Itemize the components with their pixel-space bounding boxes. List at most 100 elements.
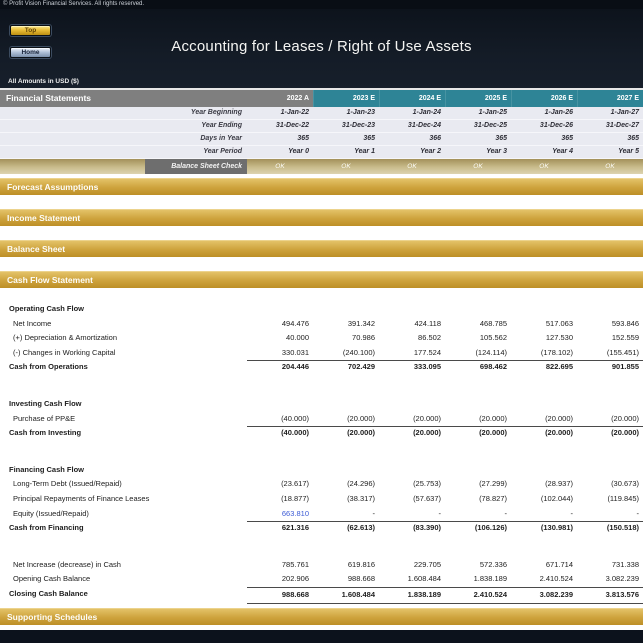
period-cell-value: Year 5 xyxy=(577,146,643,158)
cash-flow-cell-value: 621.316 xyxy=(247,521,313,536)
cash-flow-cell-value: (20.000) xyxy=(379,426,445,441)
cash-flow-row: Net Income494.476391.342424.118468.78551… xyxy=(0,317,643,332)
cash-flow-cell-value: (20.000) xyxy=(379,412,445,428)
cash-flow-row-label: (+) Depreciation & Amortization xyxy=(0,331,247,346)
cash-flow-row: Closing Cash Balance988.6681.608.4841.83… xyxy=(0,587,643,602)
cash-flow-row: Financing Cash Flow xyxy=(0,463,643,478)
spacer xyxy=(0,536,643,558)
cash-flow-row-label: Cash from Operations xyxy=(0,360,247,375)
period-cell-value: Year 3 xyxy=(445,146,511,158)
cash-flow-cell-value: 901.855 xyxy=(577,360,643,375)
cash-flow-cell-value: (83.390) xyxy=(379,521,445,536)
spacer xyxy=(0,195,643,209)
cash-flow-cell-value: (178.102) xyxy=(511,346,577,362)
cash-flow-cell-value: (28.937) xyxy=(511,477,577,492)
cash-flow-cell-value: 3.082.239 xyxy=(577,572,643,588)
balance-check-status: OK xyxy=(247,159,313,174)
period-cell-value: 365 xyxy=(511,133,577,145)
page-title: Accounting for Leases / Right of Use Ass… xyxy=(0,38,643,55)
cash-flow-cell-value xyxy=(511,397,577,412)
cash-flow-cell-value: 593.846 xyxy=(577,317,643,332)
cash-flow-cell-value xyxy=(445,463,511,478)
cash-flow-row-label: Net Income xyxy=(0,317,247,332)
year-column-header: 2022 A xyxy=(247,90,313,107)
cash-flow-cell-value: (106.126) xyxy=(445,521,511,536)
cash-flow-cell-value: (20.000) xyxy=(511,412,577,428)
cash-flow-statement-body: Operating Cash FlowNet Income494.476391.… xyxy=(0,302,643,602)
top-button[interactable]: Top xyxy=(10,25,51,36)
year-column-header: 2024 E xyxy=(379,90,445,107)
section-bar-balance-sheet[interactable]: Balance Sheet xyxy=(0,240,643,257)
cash-flow-cell-value: (62.613) xyxy=(313,521,379,536)
section-bar-forecast-assumptions[interactable]: Forecast Assumptions xyxy=(0,178,643,195)
cash-flow-row-label: Long-Term Debt (Issued/Repaid) xyxy=(0,477,247,492)
cash-flow-cell-value: 1.838.189 xyxy=(445,572,511,588)
cash-flow-cell-value: 333.095 xyxy=(379,360,445,375)
cash-flow-cell-value: 698.462 xyxy=(445,360,511,375)
cash-flow-row-label: Principal Repayments of Finance Leases xyxy=(0,492,247,507)
cash-flow-cell-value: (20.000) xyxy=(313,412,379,428)
period-cell-value: 366 xyxy=(379,133,445,145)
period-cell-value: 1-Jan-24 xyxy=(379,107,445,119)
cash-flow-cell-value: 3.082.239 xyxy=(511,587,577,604)
cash-flow-cell-value xyxy=(577,397,643,412)
cash-flow-cell-value: (20.000) xyxy=(511,426,577,441)
cash-flow-cell-value: - xyxy=(379,507,445,523)
cash-flow-cell-value: (102.044) xyxy=(511,492,577,507)
cash-flow-cell-value: 822.695 xyxy=(511,360,577,375)
cash-flow-cell-value: (38.317) xyxy=(313,492,379,507)
cash-flow-cell-value: - xyxy=(577,507,643,523)
cash-flow-row: Opening Cash Balance202.906988.6681.608.… xyxy=(0,572,643,587)
cash-flow-cell-value: (130.981) xyxy=(511,521,577,536)
cash-flow-cell-value: 1.838.189 xyxy=(379,587,445,604)
cash-flow-row-label: Investing Cash Flow xyxy=(0,397,247,412)
cash-flow-cell-value: (20.000) xyxy=(577,412,643,428)
cash-flow-cell-value: 204.446 xyxy=(247,360,313,375)
cash-flow-row: Operating Cash Flow xyxy=(0,302,643,317)
financial-statements-header: Financial Statements 2022 A2023 E2024 E2… xyxy=(0,90,643,107)
cash-flow-cell-value xyxy=(379,463,445,478)
period-cell-value: Year 2 xyxy=(379,146,445,158)
units-note: All Amounts in USD ($) xyxy=(8,78,79,85)
cash-flow-row-label: Financing Cash Flow xyxy=(0,463,247,478)
spacer xyxy=(0,375,643,397)
cash-flow-cell-value: 127.530 xyxy=(511,331,577,346)
year-column-header: 2027 E xyxy=(577,90,643,107)
period-row: Year PeriodYear 0Year 1Year 2Year 3Year … xyxy=(0,146,643,159)
cash-flow-row-label: Cash from Financing xyxy=(0,521,247,536)
cash-flow-cell-value: 40.000 xyxy=(247,331,313,346)
period-row: Year Beginning1-Jan-221-Jan-231-Jan-241-… xyxy=(0,107,643,120)
balance-check-status: OK xyxy=(313,159,379,174)
cash-flow-row: Investing Cash Flow xyxy=(0,397,643,412)
period-cell-value: 1-Jan-27 xyxy=(577,107,643,119)
cash-flow-row: Net Increase (decrease) in Cash785.76161… xyxy=(0,558,643,573)
section-bar-cash-flow-statement[interactable]: Cash Flow Statement xyxy=(0,271,643,288)
period-cell-value: 1-Jan-23 xyxy=(313,107,379,119)
period-cell-value: 31-Dec-23 xyxy=(313,120,379,132)
period-cell-value: 1-Jan-26 xyxy=(511,107,577,119)
cash-flow-row: Equity (Issued/Repaid)663.810----- xyxy=(0,507,643,522)
cash-flow-cell-value: 2.410.524 xyxy=(445,587,511,604)
cash-flow-row-label: Equity (Issued/Repaid) xyxy=(0,507,247,523)
year-column-header: 2026 E xyxy=(511,90,577,107)
copyright-text: © Profit Vision Financial Services. All … xyxy=(0,0,643,9)
cash-flow-cell-value: (155.451) xyxy=(577,346,643,362)
cash-flow-row: (+) Depreciation & Amortization40.00070.… xyxy=(0,331,643,346)
period-row: Year Ending31-Dec-2231-Dec-2331-Dec-2431… xyxy=(0,120,643,133)
section-bar-income-statement[interactable]: Income Statement xyxy=(0,209,643,226)
section-bar-supporting-schedules[interactable]: Supporting Schedules xyxy=(0,608,643,625)
cash-flow-row: Long-Term Debt (Issued/Repaid)(23.617)(2… xyxy=(0,477,643,492)
spacer xyxy=(0,441,643,463)
balance-sheet-check-row: Balance Sheet Check OKOKOKOKOKOK xyxy=(0,159,643,174)
equity-input-cell[interactable]: 663.810 xyxy=(247,507,313,523)
period-row: Days in Year365365366365365365 xyxy=(0,133,643,146)
period-row-label: Year Ending xyxy=(0,120,247,132)
cash-flow-row-label: Net Increase (decrease) in Cash xyxy=(0,558,247,573)
financial-statements-title: Financial Statements xyxy=(0,90,247,107)
cash-flow-cell-value: 3.813.576 xyxy=(577,587,643,604)
cash-flow-row-label: Closing Cash Balance xyxy=(0,587,247,604)
period-cell-value: 31-Dec-26 xyxy=(511,120,577,132)
balance-check-status: OK xyxy=(445,159,511,174)
period-cell-value: 31-Dec-25 xyxy=(445,120,511,132)
cash-flow-cell-value: 494.476 xyxy=(247,317,313,332)
